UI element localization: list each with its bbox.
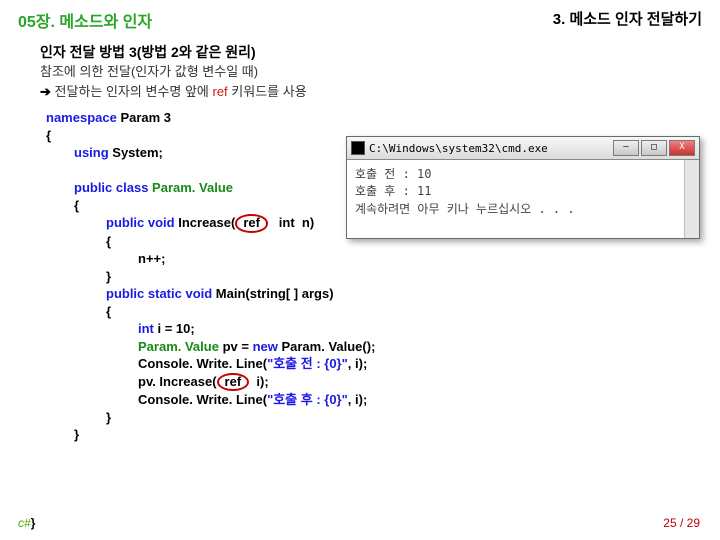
console-window: C:\Windows\system32\cmd.exe – □ X 호출 전 :… — [346, 136, 700, 239]
subsection-line-1: 참조에 의한 전달(인자가 값형 변수일 때) — [40, 62, 720, 82]
csharp-label: c#} — [18, 516, 35, 530]
page-number: 25 / 29 — [663, 516, 700, 530]
scrollbar[interactable] — [684, 160, 699, 238]
subsection-line-2: ➔ 전달하는 인자의 변수명 앞에 ref 키워드를 사용 — [40, 82, 720, 102]
console-line-3: 계속하려면 아무 키나 누르십시오 . . . — [355, 201, 691, 218]
console-line-2: 호출 후 : 11 — [355, 183, 691, 200]
ref-circle-2: ref — [217, 373, 250, 391]
maximize-button[interactable]: □ — [641, 140, 667, 156]
arrow-icon: ➔ — [40, 84, 51, 99]
ref-keyword: ref — [213, 84, 228, 99]
close-button[interactable]: X — [669, 140, 695, 156]
console-body: 호출 전 : 10 호출 후 : 11 계속하려면 아무 키나 누르십시오 . … — [347, 160, 699, 238]
subsection-title: 인자 전달 방법 3(방법 2와 같은 원리) — [40, 42, 720, 62]
console-line-1: 호출 전 : 10 — [355, 166, 691, 183]
console-icon — [351, 141, 365, 155]
section-title: 3. 메소드 인자 전달하기 — [553, 8, 702, 32]
console-title-text: C:\Windows\system32\cmd.exe — [369, 142, 548, 155]
ref-circle-1: ref — [235, 214, 268, 232]
minimize-button[interactable]: – — [613, 140, 639, 156]
chapter-title: 05장. 메소드와 인자 — [18, 8, 152, 32]
console-titlebar: C:\Windows\system32\cmd.exe – □ X — [347, 137, 699, 160]
